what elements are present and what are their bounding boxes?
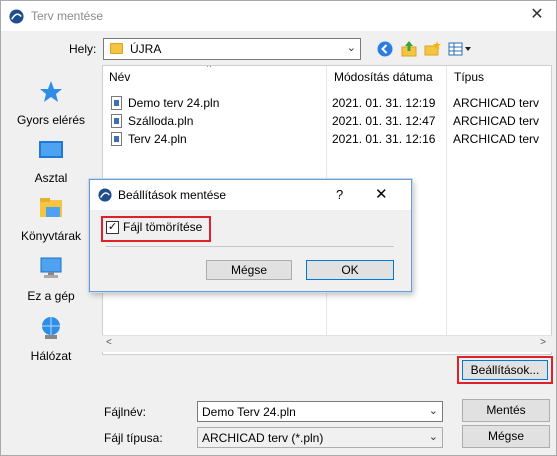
back-icon[interactable]	[375, 39, 395, 59]
view-menu-icon[interactable]	[447, 39, 473, 59]
table-row[interactable]: Szálloda.pln 2021. 01. 31. 12:47 ARCHICA…	[103, 112, 551, 130]
place-label: Hálózat	[30, 349, 72, 363]
compress-file-checkbox[interactable]: ✓ Fájl tömörítése	[100, 215, 211, 241]
lookin-dropdown[interactable]: ÚJRA ⌄	[103, 38, 361, 60]
pln-file-icon	[111, 114, 122, 128]
save-settings-dialog: Beállítások mentése ? ✕ ✓ Fájl tömörítés…	[89, 179, 412, 292]
sort-ascending-icon: ^	[207, 65, 212, 72]
table-row[interactable]: Terv 24.pln 2021. 01. 31. 12:16 ARCHICAD…	[103, 130, 551, 148]
compress-file-label[interactable]: Fájl tömörítése	[123, 220, 202, 234]
computer-icon	[40, 257, 62, 278]
place-desktop[interactable]: Asztal	[9, 131, 93, 189]
file-type: ARCHICAD terv	[453, 132, 540, 146]
column-header-type[interactable]: Típus	[448, 66, 484, 88]
dialog-ok-button[interactable]: OK	[306, 260, 394, 280]
column-header-name[interactable]: Név	[103, 66, 130, 88]
place-label: Könyvtárak	[20, 229, 82, 243]
network-icon	[42, 317, 60, 339]
dialog-cancel-button[interactable]: Mégse	[206, 260, 292, 280]
desktop-icon	[39, 141, 63, 158]
chevron-down-icon[interactable]: ⌄	[429, 404, 438, 417]
filetype-value: ARCHICAD terv (*.pln)	[202, 431, 324, 445]
places-bar: Gyors elérés Asztal Könyvtárak Ez a gép …	[9, 65, 93, 365]
up-folder-icon[interactable]	[399, 39, 419, 59]
place-label: Gyors elérés	[16, 113, 86, 127]
lookin-label: Hely:	[69, 42, 97, 56]
file-type: ARCHICAD terv	[453, 114, 540, 128]
new-folder-icon[interactable]	[422, 39, 442, 59]
filetype-select[interactable]: ARCHICAD terv (*.pln) ⌄	[197, 427, 443, 448]
dialog-title: Beállítások mentése	[118, 188, 227, 202]
horizontal-scrollbar[interactable]: < >	[102, 335, 552, 352]
chevron-down-icon: ⌄	[346, 42, 356, 54]
close-icon[interactable]: ✕	[375, 185, 388, 203]
lookin-value: ÚJRA	[130, 42, 162, 56]
window-title: Terv mentése	[31, 9, 104, 23]
file-date: 2021. 01. 31. 12:47	[332, 114, 436, 128]
place-label: Asztal	[34, 171, 68, 185]
file-name: Szálloda.pln	[128, 114, 194, 128]
title-bar: Terv mentése ✕	[1, 1, 556, 31]
scroll-left-icon[interactable]: <	[106, 337, 112, 348]
filetype-label: Fájl típusa:	[104, 431, 163, 445]
scroll-right-icon[interactable]: >	[540, 337, 546, 348]
archicad-logo-icon	[98, 188, 112, 202]
folder-icon	[110, 43, 123, 54]
file-date: 2021. 01. 31. 12:19	[332, 96, 436, 110]
help-icon[interactable]: ?	[336, 187, 343, 202]
filename-label: Fájlnév:	[104, 405, 147, 419]
archicad-logo-icon	[9, 9, 24, 24]
libraries-icon	[40, 198, 62, 217]
place-quick-access[interactable]: Gyors elérés	[9, 73, 93, 131]
file-type: ARCHICAD terv	[453, 96, 540, 110]
place-network[interactable]: Hálózat	[9, 309, 93, 367]
close-icon[interactable]: ✕	[528, 6, 546, 24]
checkbox-checked-icon[interactable]: ✓	[106, 221, 119, 234]
cancel-button[interactable]: Mégse	[462, 425, 550, 448]
pln-file-icon	[111, 96, 122, 110]
chevron-down-icon[interactable]: ⌄	[429, 430, 438, 443]
dialog-title-bar: Beállítások mentése ? ✕	[90, 180, 411, 210]
star-icon	[40, 81, 62, 102]
pln-file-icon	[111, 132, 122, 146]
table-row[interactable]: Demo terv 24.pln 2021. 01. 31. 12:19 ARC…	[103, 94, 551, 112]
settings-button[interactable]: Beállítások...	[462, 360, 548, 380]
save-button[interactable]: Mentés	[462, 399, 550, 422]
place-this-pc[interactable]: Ez a gép	[9, 249, 93, 307]
column-header-date[interactable]: Módosítás dátuma	[328, 66, 433, 88]
divider	[106, 246, 394, 247]
filename-field[interactable]: Demo Terv 24.pln ⌄	[197, 401, 443, 422]
file-date: 2021. 01. 31. 12:16	[332, 132, 436, 146]
place-label: Ez a gép	[27, 289, 75, 303]
file-name: Terv 24.pln	[128, 132, 187, 146]
file-name: Demo terv 24.pln	[128, 96, 220, 110]
place-libraries[interactable]: Könyvtárak	[9, 189, 93, 247]
filename-value: Demo Terv 24.pln	[202, 405, 296, 419]
